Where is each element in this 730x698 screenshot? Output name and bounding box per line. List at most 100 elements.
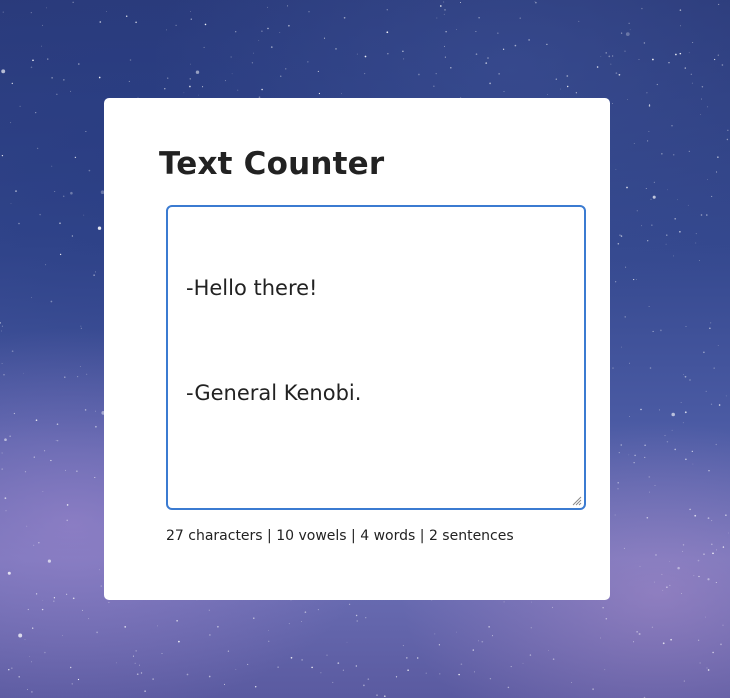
star-dot — [343, 16, 346, 19]
star-dot — [472, 649, 474, 651]
star-dot — [641, 7, 643, 10]
star-dot — [612, 103, 613, 104]
star-dot — [33, 456, 35, 458]
star-dot — [3, 374, 5, 376]
character-count: 27 characters — [166, 528, 263, 544]
star-dot — [674, 448, 676, 451]
star-dot — [710, 403, 713, 405]
star-dot — [720, 643, 722, 646]
star-dot — [602, 607, 604, 609]
star-dot — [688, 52, 690, 54]
star-dot — [683, 373, 685, 375]
star-dot — [679, 52, 682, 55]
star-dot — [32, 59, 34, 62]
star-dot — [639, 565, 641, 567]
star-dot — [290, 656, 293, 659]
star-dot — [625, 266, 627, 268]
star-dot — [608, 55, 611, 58]
star-dot — [247, 663, 249, 665]
star-dot — [231, 73, 233, 75]
star-dot — [726, 138, 729, 141]
star-dot — [46, 7, 47, 9]
star-dot — [386, 31, 389, 34]
star-dot — [164, 88, 166, 90]
star-dot — [261, 30, 263, 33]
star-dot — [551, 606, 554, 609]
star-dot — [54, 191, 56, 192]
star-dot — [633, 143, 635, 145]
star-dot — [208, 675, 211, 678]
star-dot — [662, 642, 665, 645]
star-dot — [80, 325, 82, 327]
star-dot — [59, 253, 62, 256]
star-dot — [10, 203, 12, 204]
star-dot — [57, 440, 59, 442]
star-dot — [718, 3, 720, 5]
star-dot — [55, 439, 57, 441]
star-dot — [340, 93, 342, 95]
star-dot — [677, 566, 680, 570]
star-dot — [567, 85, 569, 88]
star-dot — [707, 669, 710, 671]
star-dot — [644, 444, 646, 446]
star-dot — [1, 362, 3, 365]
star-dot — [679, 230, 681, 233]
star-dot — [618, 73, 621, 76]
star-dot — [30, 661, 33, 663]
star-dot — [671, 412, 675, 417]
star-dot — [323, 37, 326, 39]
star-dot — [705, 616, 707, 618]
star-dot — [438, 644, 440, 646]
star-dot — [304, 611, 307, 613]
star-dot — [677, 199, 678, 201]
star-dot — [475, 30, 477, 33]
star-dot — [712, 552, 714, 555]
star-dot — [717, 54, 719, 56]
star-dot — [190, 18, 192, 20]
star-dot — [651, 224, 653, 226]
star-dot — [636, 279, 637, 280]
star-dot — [30, 296, 32, 298]
star-dot — [695, 242, 697, 244]
star-dot — [715, 549, 718, 551]
text-input-area[interactable]: -Hello there! -General Kenobi. — [166, 205, 586, 510]
star-dot — [716, 171, 718, 173]
star-dot — [713, 58, 716, 61]
text-input-content[interactable]: -Hello there! -General Kenobi. — [186, 223, 566, 485]
star-dot — [652, 58, 654, 61]
star-dot — [502, 48, 505, 50]
star-dot — [443, 1, 445, 3]
resize-handle-icon[interactable] — [570, 494, 582, 506]
star-dot — [615, 72, 618, 74]
star-dot — [186, 673, 189, 676]
star-dot — [592, 688, 594, 691]
star-dot — [320, 672, 322, 674]
star-dot — [610, 63, 612, 65]
star-dot — [633, 462, 635, 464]
star-dot — [617, 481, 619, 484]
star-dot — [332, 681, 334, 683]
page-title: Text Counter — [159, 146, 385, 182]
star-dot — [383, 695, 386, 698]
star-dot — [522, 662, 524, 664]
star-dot — [514, 44, 517, 47]
star-dot — [301, 621, 302, 623]
star-dot — [70, 90, 72, 92]
star-dot — [134, 662, 136, 664]
star-dot — [596, 66, 599, 68]
star-dot — [209, 634, 211, 636]
star-dot — [417, 657, 419, 659]
star-dot — [93, 274, 95, 276]
star-dot — [683, 680, 685, 682]
star-dot — [711, 520, 713, 522]
star-dot — [267, 630, 269, 631]
star-dot — [605, 52, 607, 54]
star-dot — [129, 59, 132, 61]
star-dot — [566, 75, 569, 77]
star-dot — [356, 620, 358, 622]
star-dot — [254, 686, 257, 688]
star-dot — [66, 519, 68, 522]
star-dot — [425, 672, 427, 674]
star-dot — [100, 585, 102, 587]
star-dot — [1, 452, 3, 454]
